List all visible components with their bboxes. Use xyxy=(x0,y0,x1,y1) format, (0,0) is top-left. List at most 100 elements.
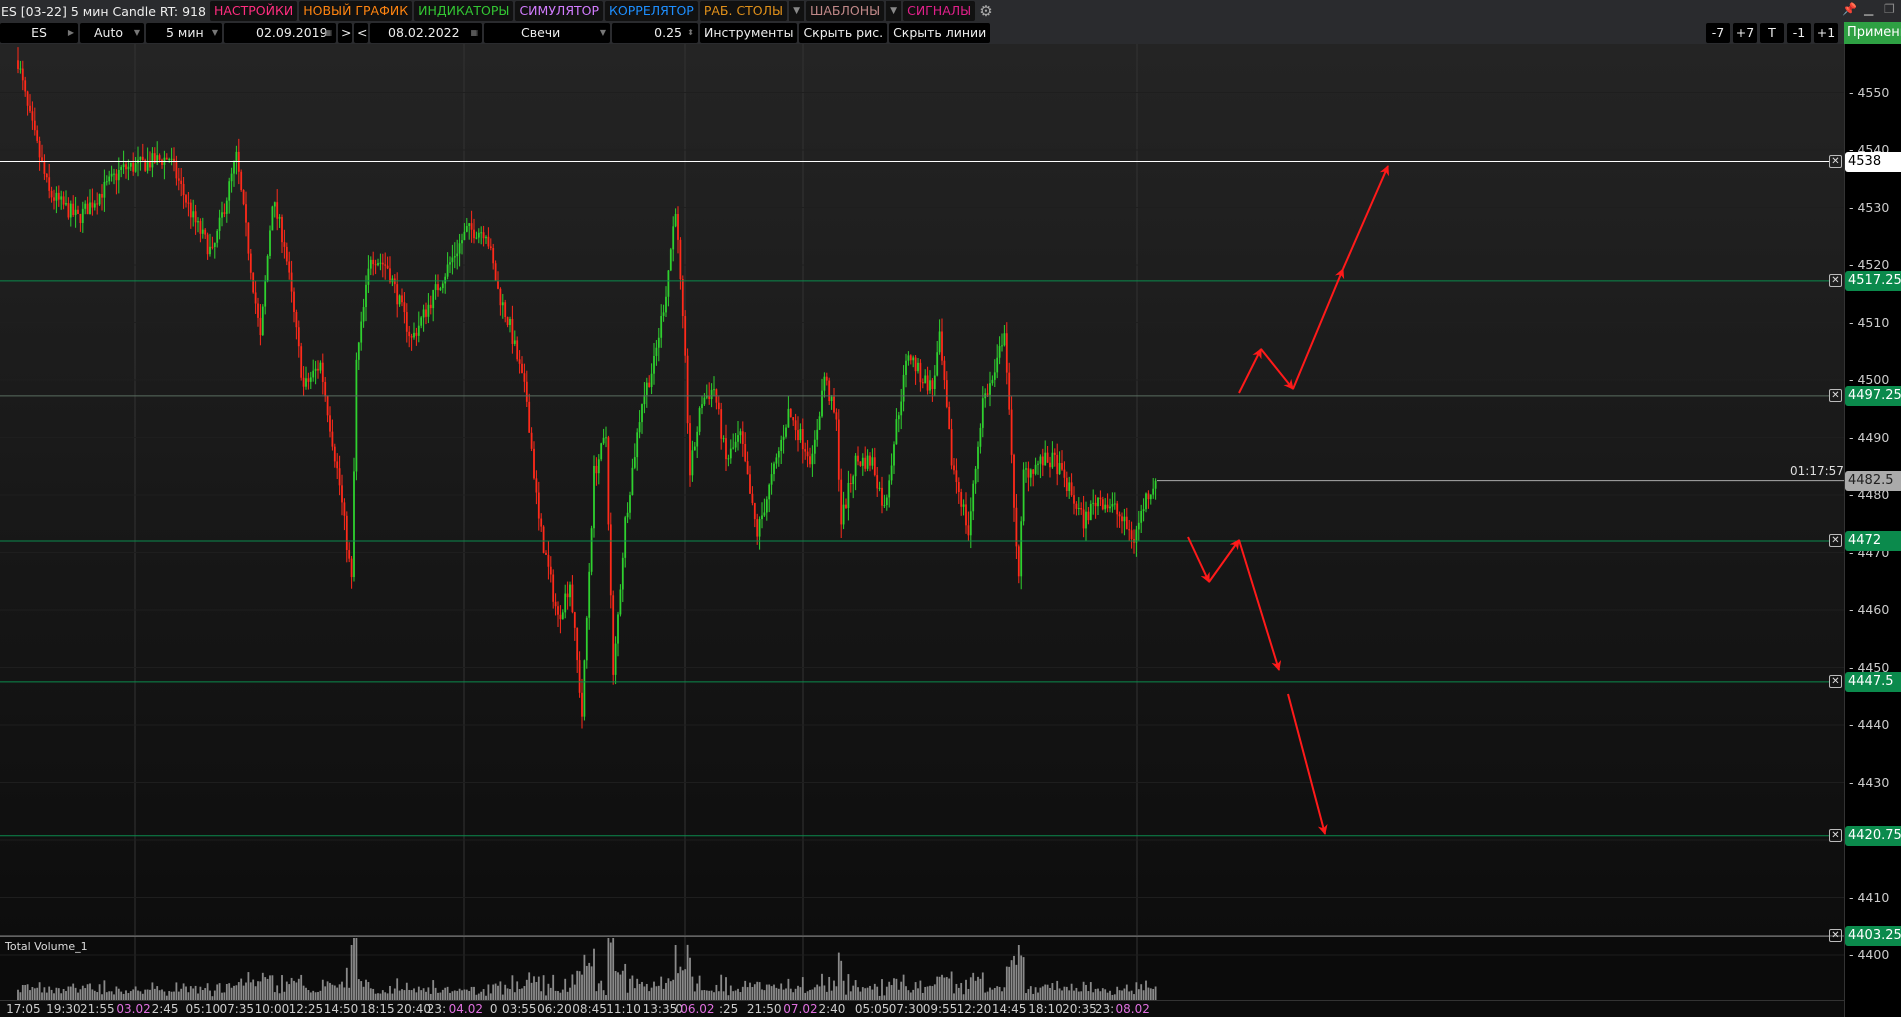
remove-level-icon[interactable]: ✕ xyxy=(1829,154,1842,168)
step-stepper[interactable]: 0.25 ⬍ xyxy=(612,23,698,43)
candle-body xyxy=(1034,464,1037,474)
candle-body xyxy=(1111,504,1114,507)
menu-indicators[interactable]: ИНДИКАТОРЫ xyxy=(414,1,514,21)
volume-bar xyxy=(1061,990,1063,1000)
scale-select[interactable]: Auto ▼ xyxy=(80,23,144,43)
volume-bar xyxy=(698,975,701,1000)
candle-body xyxy=(468,223,471,227)
volume-bar xyxy=(456,990,459,1000)
candle-body xyxy=(165,157,168,160)
chart-type-select[interactable]: Свечи ▼ xyxy=(484,23,610,43)
workspaces-dropdown-icon[interactable]: ▼ xyxy=(789,1,804,21)
time-axis[interactable]: 17:05 19:30 21:55 03.02 2:45 05:10 07:35 10:00 1… xyxy=(0,1000,1844,1017)
tools-button[interactable]: Инструменты xyxy=(700,23,798,43)
menu-templates[interactable]: ШАБЛОНЫ xyxy=(806,1,885,21)
volume-bar xyxy=(312,990,315,1000)
candle-body xyxy=(902,374,905,402)
prev-button[interactable]: < xyxy=(354,23,368,43)
hide-drawings-button[interactable]: Скрыть рис. xyxy=(799,23,888,43)
volume-bar xyxy=(62,988,65,1000)
candle-body xyxy=(465,226,468,232)
t-button[interactable]: T xyxy=(1760,23,1784,43)
volume-bar xyxy=(213,990,216,1000)
candle-body xyxy=(211,246,214,248)
volume-bar xyxy=(1001,991,1003,1000)
remove-level-icon[interactable]: ✕ xyxy=(1829,388,1842,402)
candle-body xyxy=(516,340,519,360)
minimize-icon[interactable]: ▁ xyxy=(1864,2,1873,16)
candle-body xyxy=(869,455,871,466)
volume-bar xyxy=(372,988,375,1000)
volume-bar xyxy=(677,973,679,1000)
price-chart[interactable] xyxy=(0,44,1844,1000)
plus-7-button[interactable]: +7 xyxy=(1733,23,1757,43)
candle-body xyxy=(811,453,814,465)
level-price-label: 4403.25 xyxy=(1845,926,1901,947)
next-button[interactable]: > xyxy=(338,23,352,43)
candle-body xyxy=(773,463,775,475)
candle-body xyxy=(957,482,960,493)
volume-bar xyxy=(816,984,819,1000)
volume-bar xyxy=(117,988,120,1000)
volume-bar xyxy=(701,990,703,1000)
volume-bar xyxy=(408,989,411,1000)
remove-level-icon[interactable]: ✕ xyxy=(1829,273,1842,287)
volume-bar xyxy=(1017,945,1020,1000)
volume-bar xyxy=(132,989,135,1000)
menu-workspaces[interactable]: РАБ. СТОЛЫ xyxy=(699,1,788,21)
volume-bar xyxy=(439,992,442,1000)
candle-body xyxy=(825,376,828,381)
candle-body xyxy=(638,422,641,433)
stepper-icon[interactable]: ⬍ xyxy=(687,23,694,43)
restore-icon[interactable]: ❐ xyxy=(1884,2,1895,16)
volume-bar xyxy=(115,986,118,1000)
menu-signals[interactable]: СИГНАЛЫ xyxy=(903,1,976,21)
gears-icon[interactable]: ⚙ xyxy=(979,2,992,20)
candle-body xyxy=(492,247,495,264)
symbol-select[interactable]: ES ▶ xyxy=(0,23,78,43)
candle-body xyxy=(1130,530,1133,540)
remove-level-icon[interactable]: ✕ xyxy=(1829,674,1842,688)
menu-simulator[interactable]: СИМУЛЯТОР xyxy=(515,1,604,21)
volume-bar xyxy=(631,975,634,1000)
plus-1-button[interactable]: +1 xyxy=(1814,23,1838,43)
candle-body xyxy=(691,450,694,476)
volume-bar xyxy=(317,992,319,1000)
remove-level-icon[interactable]: ✕ xyxy=(1829,828,1842,842)
date-from-field[interactable]: 02.09.2019 ▦ xyxy=(224,23,336,43)
hide-lines-button[interactable]: Скрыть линии xyxy=(889,23,991,43)
volume-bar xyxy=(689,957,691,1000)
candle-body xyxy=(151,153,154,168)
remove-level-icon[interactable]: ✕ xyxy=(1829,929,1842,943)
menu-new-chart[interactable]: НОВЫЙ ГРАФИК xyxy=(299,1,413,21)
apply-button[interactable]: Применить xyxy=(1844,22,1901,44)
candle-body xyxy=(441,283,444,289)
candle-body xyxy=(878,487,881,489)
timeframe-select[interactable]: 5 мин ▼ xyxy=(146,23,222,43)
volume-bar xyxy=(1051,983,1054,1000)
volume-bar xyxy=(751,987,754,1000)
volume-bar xyxy=(216,984,219,1000)
volume-bar xyxy=(897,989,900,1000)
candle-body xyxy=(833,396,835,413)
volume-bar xyxy=(425,991,427,1000)
date-to-field[interactable]: 08.02.2022 ▦ xyxy=(370,23,482,43)
candle-body xyxy=(96,203,99,205)
minus-1-button[interactable]: -1 xyxy=(1787,23,1811,43)
candle-body xyxy=(360,321,363,343)
minus-7-button[interactable]: -7 xyxy=(1706,23,1730,43)
time-axis-label: 14:50 xyxy=(323,1002,359,1016)
remove-level-icon[interactable]: ✕ xyxy=(1829,534,1842,547)
pin-icon[interactable]: 📌 xyxy=(1842,2,1857,16)
volume-bar xyxy=(209,990,211,1000)
menu-correlator[interactable]: КОРРЕЛЯТОР xyxy=(605,1,698,21)
volume-bar xyxy=(74,987,77,1000)
volume-bar xyxy=(1077,991,1080,1000)
volume-bar xyxy=(715,984,718,1000)
volume-bar xyxy=(410,990,413,1000)
menu-settings[interactable]: НАСТРОЙКИ xyxy=(209,1,298,21)
candle-body xyxy=(446,264,449,277)
templates-dropdown-icon[interactable]: ▼ xyxy=(886,1,902,21)
volume-bar xyxy=(607,938,610,1000)
volume-bar xyxy=(573,984,576,1000)
